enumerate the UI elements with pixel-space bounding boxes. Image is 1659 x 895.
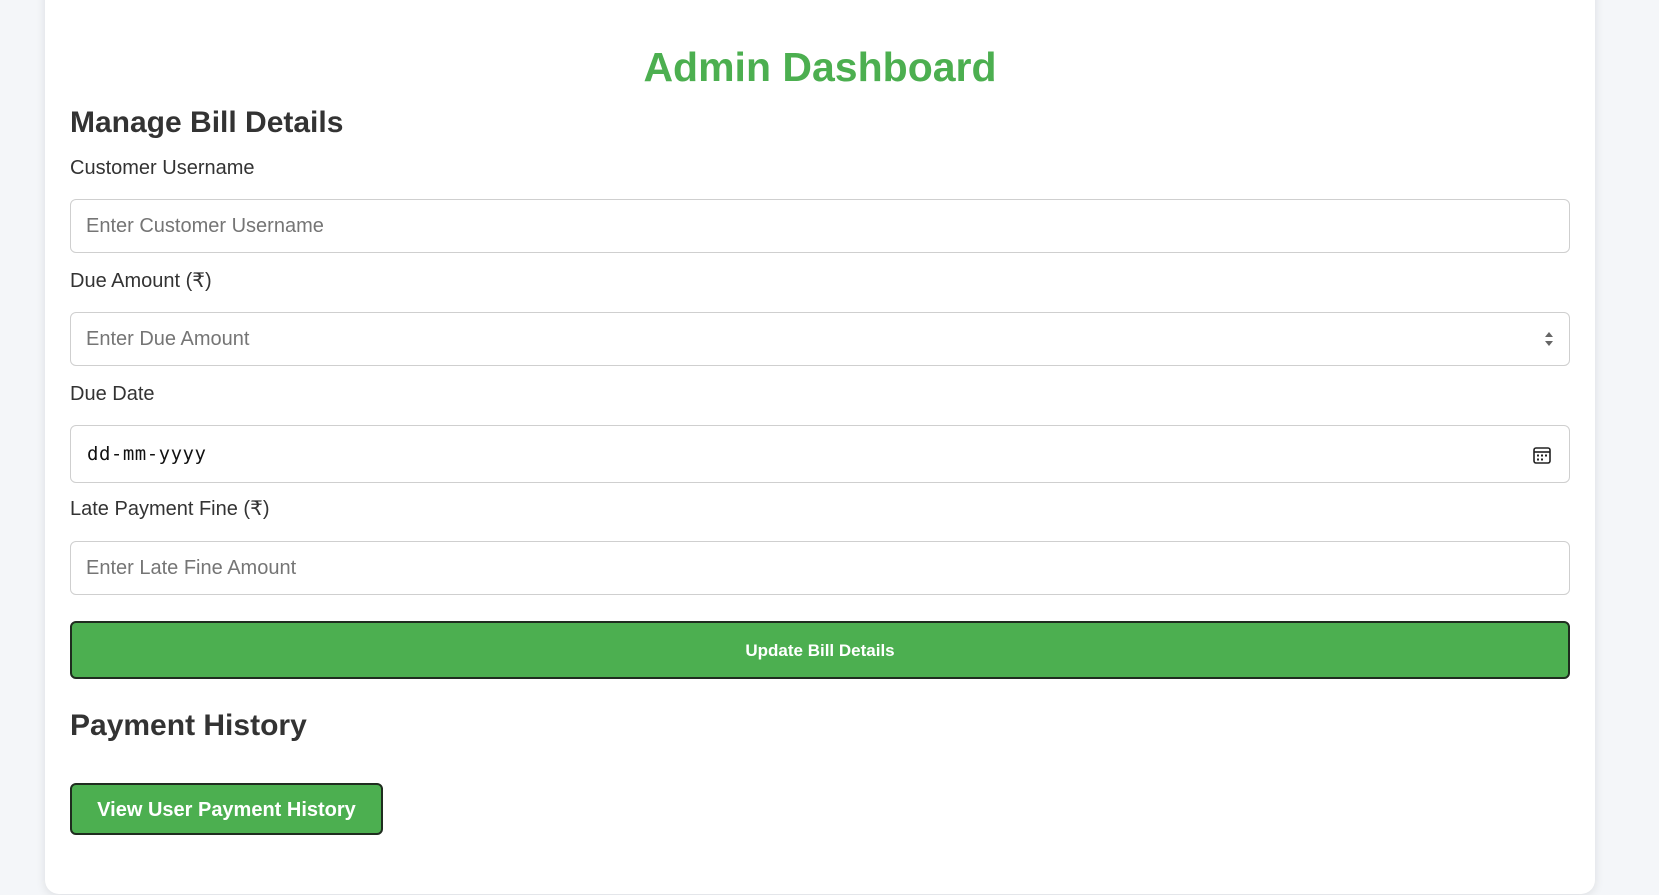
due-date-input[interactable]: dd-mm-yyyy bbox=[70, 425, 1570, 483]
due-date-label: Due Date bbox=[70, 383, 155, 405]
update-bill-button[interactable]: Update Bill Details bbox=[70, 621, 1570, 679]
view-payment-history-button[interactable]: View User Payment History bbox=[70, 783, 383, 835]
number-spinner-icon[interactable] bbox=[1543, 329, 1555, 349]
due-amount-input[interactable] bbox=[70, 312, 1570, 366]
customer-username-input[interactable] bbox=[70, 199, 1570, 253]
late-fine-label: Late Payment Fine (₹) bbox=[70, 498, 270, 520]
late-fine-input[interactable] bbox=[70, 541, 1570, 595]
customer-username-label: Customer Username bbox=[70, 157, 255, 179]
due-amount-wrapper bbox=[70, 312, 1570, 366]
dashboard-card: Admin Dashboard Manage Bill Details Cust… bbox=[45, 0, 1595, 894]
payment-history-heading: Payment History bbox=[70, 709, 307, 742]
due-date-display: dd-mm-yyyy bbox=[87, 443, 207, 465]
manage-bill-heading: Manage Bill Details bbox=[70, 106, 344, 139]
calendar-icon[interactable] bbox=[1532, 445, 1552, 465]
page-title: Admin Dashboard bbox=[643, 44, 997, 90]
due-amount-label: Due Amount (₹) bbox=[70, 270, 212, 292]
